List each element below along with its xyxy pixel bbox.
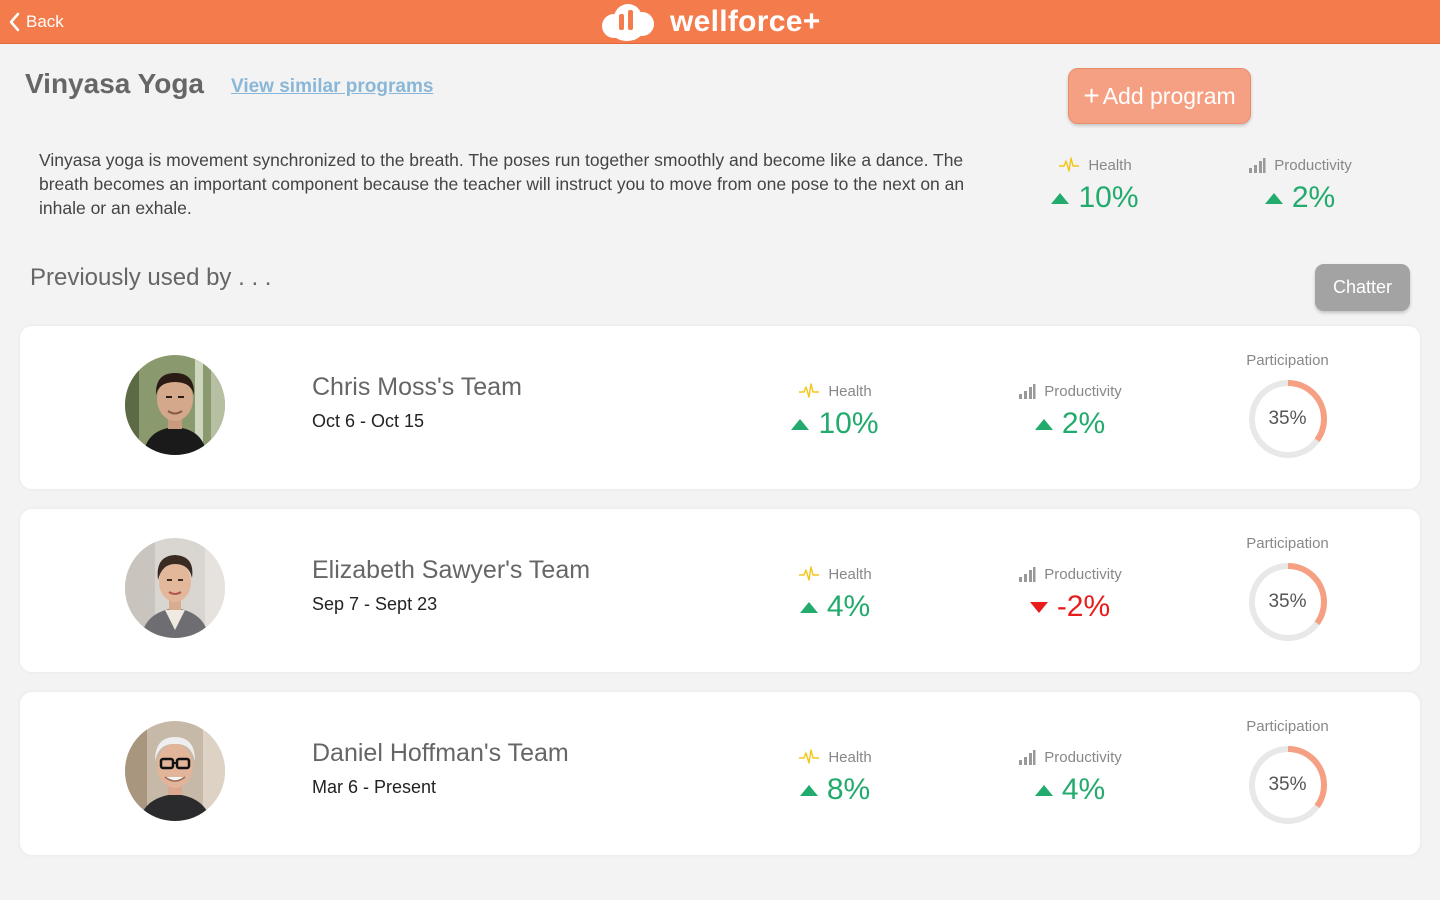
health-label: Health <box>828 565 872 583</box>
health-value-row: 8% <box>780 773 890 807</box>
health-label: Health <box>1088 156 1132 174</box>
heartbeat-icon <box>799 383 820 398</box>
participation-label: Participation <box>1246 352 1329 369</box>
health-value: 8% <box>826 773 871 806</box>
health-value-row: 10% <box>780 407 890 441</box>
plus-icon: + <box>1083 80 1100 111</box>
triangle-up-icon <box>1034 418 1053 430</box>
bar-signal-icon <box>1019 567 1036 582</box>
add-program-button[interactable]: + Add program <box>1068 68 1251 124</box>
productivity-value: 2% <box>1061 407 1106 440</box>
health-value: 10% <box>818 407 879 440</box>
productivity-label-row: Productivity <box>1000 564 1140 584</box>
participation-donut: 35% <box>1246 743 1330 827</box>
program-title: Vinyasa Yoga <box>25 68 204 99</box>
productivity-label: Productivity <box>1044 382 1122 400</box>
add-program-label: Add program <box>1102 82 1236 109</box>
productivity-label-row: Productivity <box>1000 747 1140 767</box>
cloud-logo-icon <box>602 4 654 41</box>
participation-metric: Participation 35% <box>1235 352 1340 461</box>
brand: wellforce+ <box>600 2 821 42</box>
bar-signal-icon <box>1249 158 1266 173</box>
heartbeat-icon <box>1059 157 1080 172</box>
team-dates: Oct 6 - Oct 15 <box>312 411 425 431</box>
productivity-label: Productivity <box>1044 565 1122 583</box>
program-health-metric: Health 10% <box>1040 155 1150 215</box>
team-name: Elizabeth Sawyer's Team <box>312 556 591 584</box>
participation-value: 35% <box>1268 408 1307 429</box>
triangle-up-icon <box>799 784 818 796</box>
view-similar-programs-link[interactable]: View similar programs <box>231 76 433 98</box>
productivity-label: Productivity <box>1274 156 1352 174</box>
triangle-up-icon <box>1034 784 1053 796</box>
productivity-value-row: 2% <box>1235 181 1365 215</box>
team-productivity-metric: Productivity 2% <box>1000 381 1140 441</box>
productivity-value-row: 2% <box>1000 407 1140 441</box>
health-value-row: 10% <box>1040 181 1150 215</box>
back-label: Back <box>26 12 64 31</box>
health-value-row: 4% <box>780 590 890 624</box>
team-dates: Mar 6 - Present <box>312 777 437 797</box>
productivity-value: -2% <box>1056 590 1111 623</box>
back-button[interactable]: Back <box>8 10 64 34</box>
health-label-row: Health <box>780 381 890 401</box>
program-productivity-metric: Productivity 2% <box>1235 155 1365 215</box>
avatar <box>125 538 225 638</box>
team-health-metric: Health 8% <box>780 747 890 807</box>
program-description: Vinyasa yoga is movement synchronized to… <box>39 150 965 218</box>
health-value: 4% <box>826 590 871 623</box>
avatar <box>125 721 225 821</box>
team-card[interactable]: Daniel Hoffman's Team Mar 6 - Present He… <box>20 692 1420 855</box>
health-label-row: Health <box>780 564 890 584</box>
triangle-up-icon <box>1264 192 1283 204</box>
productivity-label-row: Productivity <box>1235 155 1365 175</box>
health-label: Health <box>828 748 872 766</box>
productivity-label: Productivity <box>1044 748 1122 766</box>
health-label: Health <box>828 382 872 400</box>
triangle-down-icon <box>1029 601 1048 613</box>
team-card[interactable]: Elizabeth Sawyer's Team Sep 7 - Sept 23 … <box>20 509 1420 672</box>
participation-value: 35% <box>1268 591 1307 612</box>
bar-signal-icon <box>1019 384 1036 399</box>
productivity-value-row: 4% <box>1000 773 1140 807</box>
participation-metric: Participation 35% <box>1235 535 1340 644</box>
team-card[interactable]: Chris Moss's Team Oct 6 - Oct 15 Health … <box>20 326 1420 489</box>
health-label-row: Health <box>1040 155 1150 175</box>
productivity-value: 4% <box>1061 773 1106 806</box>
triangle-up-icon <box>1051 192 1070 204</box>
team-health-metric: Health 10% <box>780 381 890 441</box>
team-dates: Sep 7 - Sept 23 <box>312 594 438 614</box>
triangle-up-icon <box>791 418 810 430</box>
health-label-row: Health <box>780 747 890 767</box>
chevron-left-icon <box>9 12 20 32</box>
heartbeat-icon <box>799 566 820 581</box>
team-health-metric: Health 4% <box>780 564 890 624</box>
brand-name: wellforce+ <box>670 5 821 38</box>
previously-used-heading: Previously used by . . . <box>30 264 272 291</box>
participation-label: Participation <box>1246 535 1329 552</box>
triangle-up-icon <box>799 601 818 613</box>
team-productivity-metric: Productivity 4% <box>1000 747 1140 807</box>
productivity-label-row: Productivity <box>1000 381 1140 401</box>
heartbeat-icon <box>799 749 820 764</box>
team-name: Chris Moss's Team <box>312 373 522 401</box>
bar-signal-icon <box>1019 750 1036 765</box>
health-value: 10% <box>1078 181 1139 214</box>
team-name: Daniel Hoffman's Team <box>312 739 569 767</box>
team-productivity-metric: Productivity -2% <box>1000 564 1140 624</box>
chatter-button[interactable]: Chatter <box>1315 264 1410 311</box>
avatar <box>125 355 225 455</box>
top-bar: Back wellforce+ <box>0 0 1440 44</box>
productivity-value-row: -2% <box>1000 590 1140 624</box>
participation-value: 35% <box>1268 774 1307 795</box>
productivity-value: 2% <box>1291 181 1336 214</box>
participation-label: Participation <box>1246 718 1329 735</box>
participation-donut: 35% <box>1246 560 1330 644</box>
participation-metric: Participation 35% <box>1235 718 1340 827</box>
participation-donut: 35% <box>1246 377 1330 461</box>
